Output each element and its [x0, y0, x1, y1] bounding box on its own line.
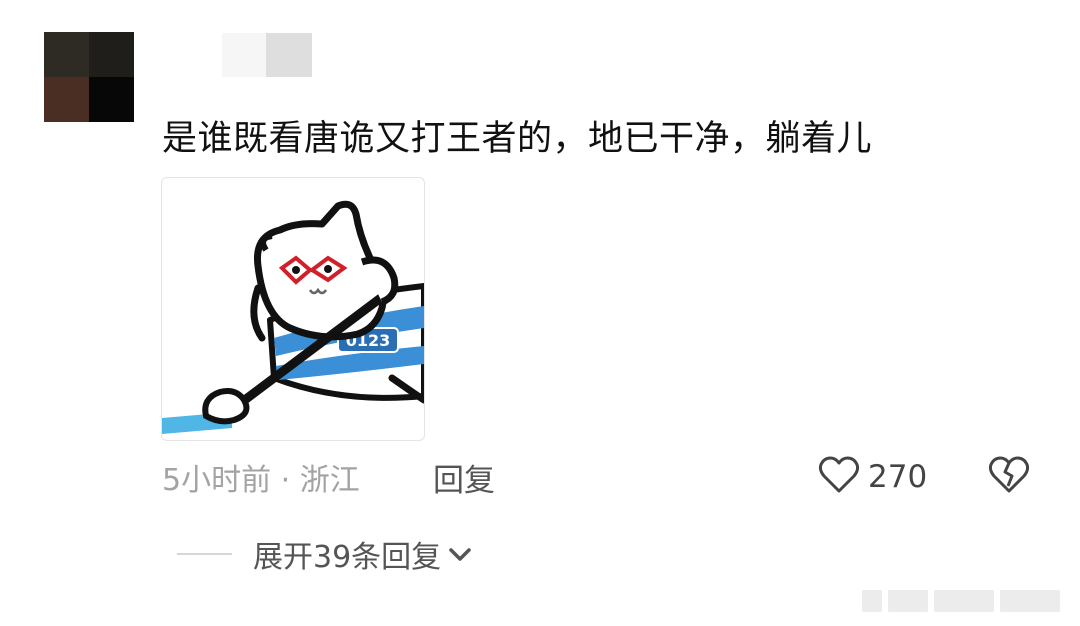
username-redacted[interactable]: [222, 33, 312, 77]
expand-replies-button[interactable]: 展开39条回复: [253, 532, 473, 576]
dislike-button[interactable]: [988, 455, 1032, 499]
sticker-image[interactable]: 0123: [161, 177, 425, 441]
reply-button[interactable]: 回复: [433, 455, 495, 500]
watermark-block: [888, 590, 928, 612]
faint-watermark: [862, 588, 1072, 614]
expand-replies-label: 展开39条回复: [253, 540, 442, 575]
cat-mopping-sticker: 0123: [162, 200, 424, 434]
watermark-block: [1000, 590, 1060, 612]
chevron-down-icon: [447, 544, 473, 564]
expand-divider: [177, 553, 232, 555]
avatar-block: [89, 32, 134, 77]
heart-outline-icon: [818, 455, 860, 499]
broken-heart-icon: [988, 456, 1030, 499]
avatar-block: [44, 32, 89, 77]
avatar[interactable]: [44, 32, 134, 122]
watermark-block: [934, 590, 994, 612]
comment-meta: 5小时前 · 浙江: [162, 463, 360, 498]
like-button[interactable]: 270: [818, 455, 927, 499]
username-block: [222, 33, 266, 77]
avatar-block: [89, 77, 134, 122]
username-block: [266, 33, 312, 77]
avatar-block: [44, 77, 89, 122]
like-count: 270: [868, 459, 928, 495]
comment-text: 是谁既看唐诡又打王者的，地已干净，躺着儿: [162, 119, 873, 159]
watermark-block: [862, 590, 882, 612]
